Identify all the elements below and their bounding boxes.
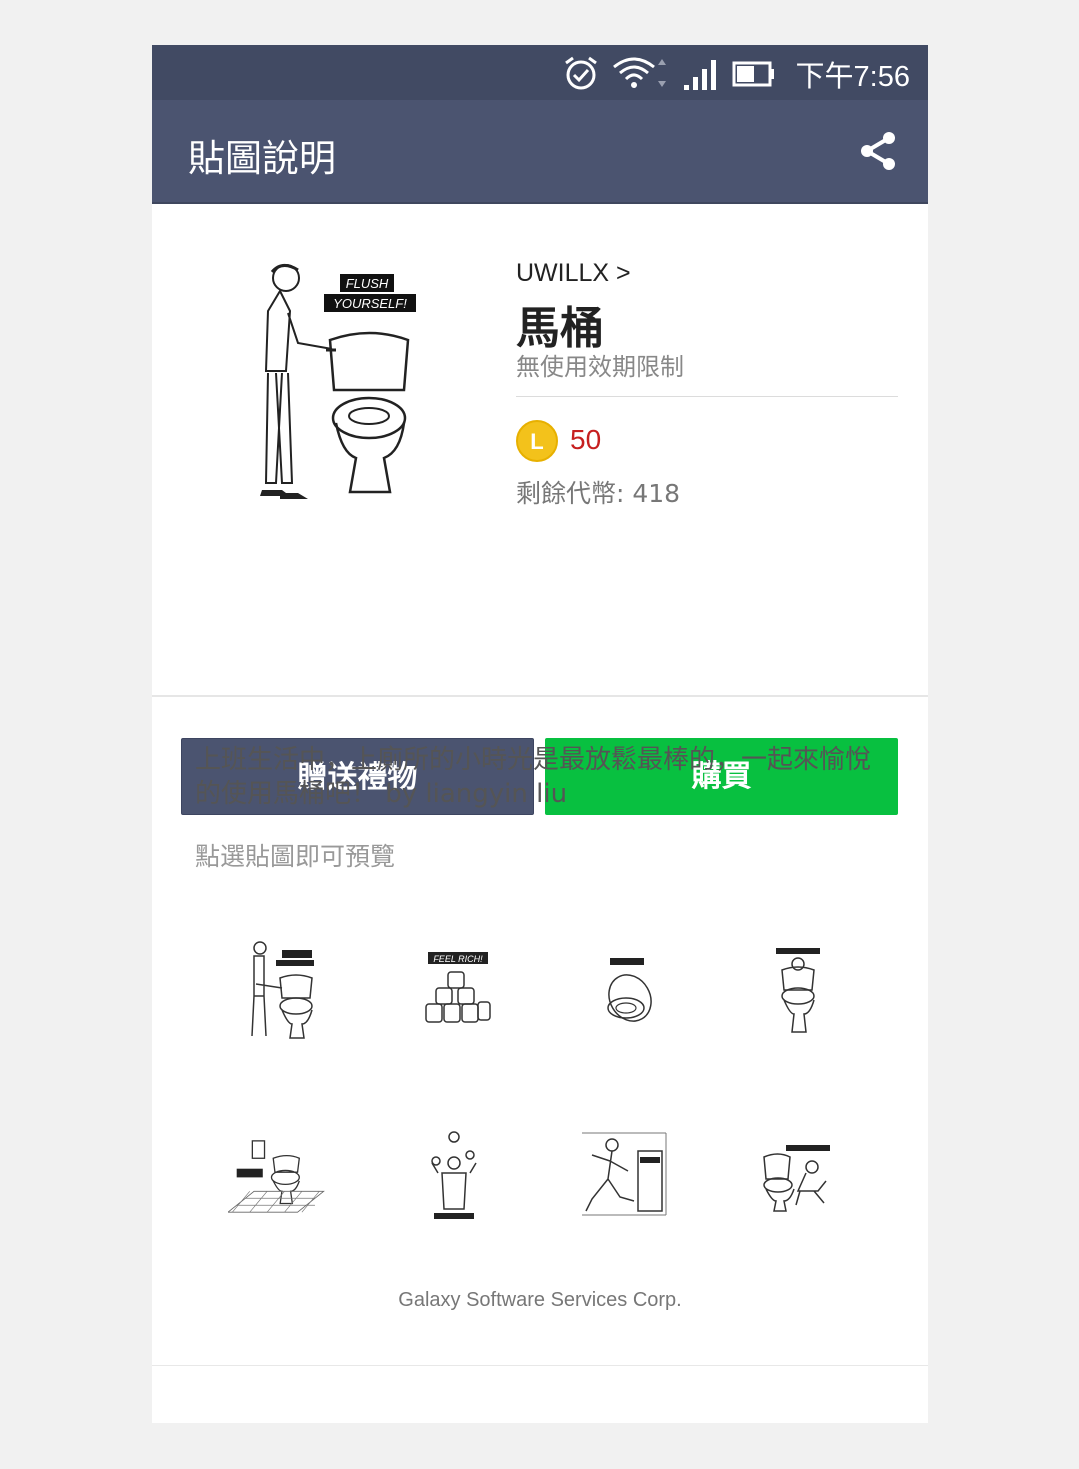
sticker-show-time[interactable] — [414, 1125, 514, 1235]
battery-icon — [732, 61, 774, 87]
preview-hint: 點選貼圖即可預覽 — [195, 842, 396, 871]
divider — [516, 396, 898, 397]
sticker-im-working[interactable] — [756, 938, 856, 1048]
signal-icon — [684, 60, 716, 90]
sticker-feel-rich[interactable]: FEEL RICH! — [414, 938, 514, 1048]
author-link[interactable]: UWILLX > — [516, 259, 631, 288]
sticker-just-cant[interactable] — [756, 1125, 856, 1235]
sticker-perfect-day[interactable] — [228, 1125, 328, 1235]
section-divider — [152, 695, 928, 697]
share-icon[interactable] — [858, 130, 898, 172]
svg-text:FEEL RICH!: FEEL RICH! — [433, 954, 483, 964]
sticker-caption-line1: FLUSH — [346, 276, 389, 291]
wifi-icon — [613, 57, 666, 88]
sticker-flush-yourself[interactable] — [242, 938, 342, 1048]
coin-icon: L — [516, 420, 558, 462]
validity-text: 無使用效期限制 — [516, 353, 684, 381]
sticker-done[interactable] — [578, 1125, 678, 1235]
sticker-caption-line2: YOURSELF! — [333, 296, 407, 311]
footer-divider — [152, 1365, 928, 1366]
status-bar: 下午7:56 — [152, 45, 928, 100]
coin-symbol: L — [530, 429, 544, 454]
coin-balance: 剩餘代幣: 418 — [516, 479, 681, 508]
pack-description: 上班生活中，上廁所的小時光是最放鬆最棒的，一起來愉悅的使用馬桶吧！ by lia… — [195, 745, 872, 809]
app-bar: 貼圖說明 — [152, 100, 928, 204]
alarm-icon — [565, 56, 597, 90]
phone-screen: 下午7:56 貼圖說明 FLUSH YOURSELF! UWILLX > 馬桶 … — [152, 45, 928, 1423]
status-time: 下午7:56 — [795, 61, 910, 93]
page-title: 貼圖說明 — [188, 137, 336, 180]
price: 50 — [570, 424, 602, 455]
copyright-footer: Galaxy Software Services Corp. — [398, 1289, 682, 1311]
sticker-be-polite[interactable] — [586, 938, 686, 1048]
main-sticker-image[interactable]: FLUSH YOURSELF! — [252, 258, 422, 503]
